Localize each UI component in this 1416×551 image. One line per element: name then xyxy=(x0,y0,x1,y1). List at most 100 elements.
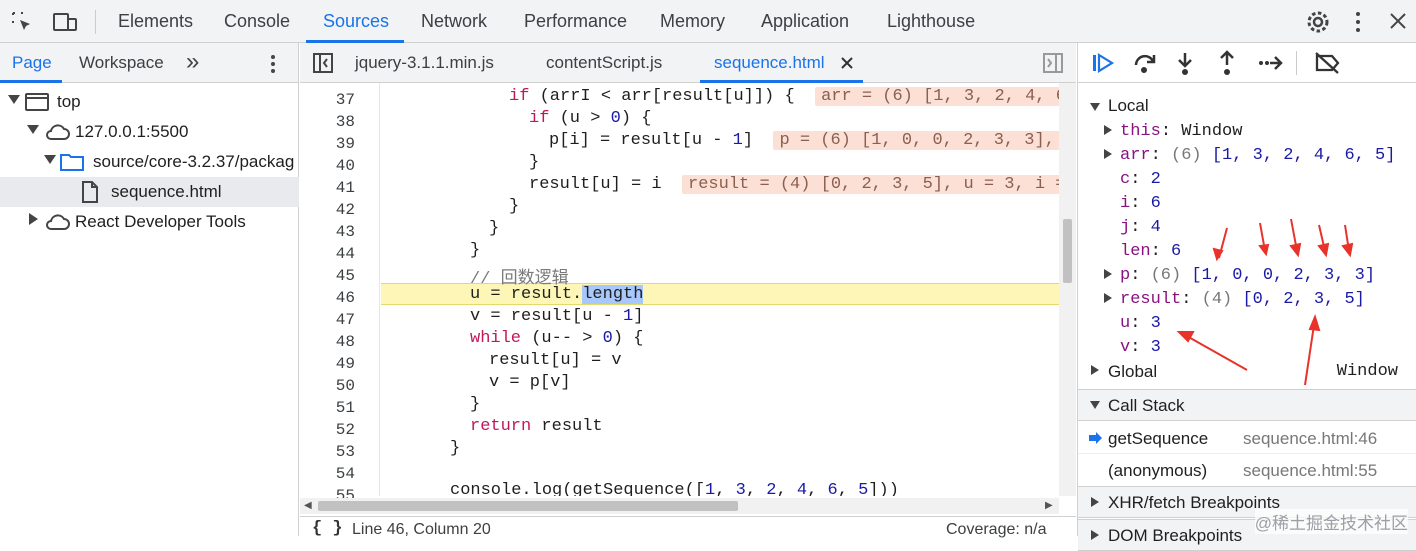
toggle-debugger-icon[interactable] xyxy=(1042,52,1064,74)
tab-console[interactable]: Console xyxy=(224,11,290,32)
scope-global-header[interactable]: Global Window xyxy=(1078,360,1416,384)
step-over-icon[interactable] xyxy=(1132,51,1158,75)
tree-item-label: sequence.html xyxy=(111,182,222,201)
step-into-icon[interactable] xyxy=(1174,51,1196,77)
vertical-scrollbar[interactable] xyxy=(1059,83,1076,496)
expanded-arrow-icon xyxy=(1090,103,1100,111)
line-number[interactable]: 48 xyxy=(300,331,355,353)
line-number[interactable]: 51 xyxy=(300,397,355,419)
scope-var-j[interactable]: j: 4 xyxy=(1078,216,1416,240)
scope-var-arr[interactable]: arr: (6) [1, 3, 2, 4, 6, 5] xyxy=(1078,144,1416,168)
more-tabs-icon[interactable]: » xyxy=(186,48,199,76)
scope-var-result[interactable]: result: (4) [0, 2, 3, 5] xyxy=(1078,288,1416,312)
collapsed-arrow-icon xyxy=(29,213,38,225)
call-frame[interactable]: (anonymous) sequence.html:55 xyxy=(1078,454,1416,486)
tab-performance[interactable]: Performance xyxy=(524,11,627,32)
more-vertical-icon[interactable] xyxy=(266,53,280,75)
file-tab-contentscript[interactable]: contentScript.js xyxy=(546,53,662,73)
scope-value: 4 xyxy=(1150,218,1161,237)
tab-network[interactable]: Network xyxy=(421,11,487,32)
collapsed-arrow-icon xyxy=(1091,497,1099,507)
tree-item-react-devtools[interactable]: React Developer Tools xyxy=(0,207,299,237)
tab-page[interactable]: Page xyxy=(12,53,52,73)
scope-value: 3 xyxy=(1150,314,1161,333)
tree-item-label: source/core-3.2.37/packag xyxy=(93,152,295,171)
line-number[interactable]: 42 xyxy=(300,199,355,221)
tree-item-label: top xyxy=(57,92,81,111)
code-area[interactable]: } if (arrI < arr[result[u]]) { arr = (6)… xyxy=(381,83,1059,496)
scope-var-p[interactable]: p: (6) [1, 0, 0, 2, 3, 3] xyxy=(1078,264,1416,288)
step-icon[interactable] xyxy=(1256,51,1284,75)
code-line-46: u = result.length xyxy=(470,285,644,304)
code-line-45-comment: // 回数逻辑 xyxy=(470,270,569,289)
file-tab-jquery[interactable]: jquery-3.1.1.min.js xyxy=(355,53,494,73)
tree-item-folder[interactable]: source/core-3.2.37/packag xyxy=(0,147,299,177)
call-frame[interactable]: getSequence sequence.html:46 xyxy=(1078,422,1416,454)
file-tab-sequence[interactable]: sequence.html xyxy=(714,53,825,73)
scope-local-header[interactable]: Local xyxy=(1078,96,1416,120)
call-frame-location[interactable]: sequence.html:55 xyxy=(1243,461,1377,481)
resume-icon[interactable] xyxy=(1091,51,1115,75)
more-vertical-icon[interactable] xyxy=(1350,10,1366,34)
scope-var-this[interactable]: this: Window xyxy=(1078,120,1416,144)
scope-key: i xyxy=(1120,194,1131,213)
close-tab-icon[interactable] xyxy=(840,56,854,70)
close-icon[interactable] xyxy=(1388,11,1408,31)
line-number[interactable]: 50 xyxy=(300,375,355,397)
tree-item-label: 127.0.0.1:5500 xyxy=(75,122,189,141)
scrollbar-thumb[interactable] xyxy=(1063,219,1072,283)
tab-application[interactable]: Application xyxy=(761,11,849,32)
line-number[interactable]: 52 xyxy=(300,419,355,441)
gear-icon[interactable] xyxy=(1305,9,1331,35)
scroll-right-icon[interactable]: ▶ xyxy=(1045,500,1053,511)
scrollbar-thumb[interactable] xyxy=(318,501,738,511)
debugger-pane: Local this: Window arr: (6) [1, 3, 2, 4,… xyxy=(1077,43,1416,551)
scope-key: u xyxy=(1120,314,1131,333)
code-line-40: } xyxy=(529,153,540,172)
code-line-37: if (arrI < arr[result[u]]) { arr = (6) [… xyxy=(509,87,1059,109)
line-number[interactable]: 38 xyxy=(300,111,355,133)
line-number[interactable]: 43 xyxy=(300,221,355,243)
toggle-navigator-icon[interactable] xyxy=(312,52,334,74)
tree-item-file-selected[interactable]: sequence.html xyxy=(0,177,299,207)
line-number[interactable]: 45 xyxy=(300,265,355,287)
scope-var-u[interactable]: u: 3 xyxy=(1078,312,1416,336)
line-number[interactable]: 37 xyxy=(300,89,355,111)
inline-value: arr = (6) [1, 3, 2, 4, 6, xyxy=(815,87,1059,106)
line-number[interactable]: 49 xyxy=(300,353,355,375)
tab-workspace[interactable]: Workspace xyxy=(79,53,164,73)
line-number[interactable]: 44 xyxy=(300,243,355,265)
scope-var-v[interactable]: v: 3 xyxy=(1078,336,1416,360)
scope-var-i[interactable]: i: 6 xyxy=(1078,192,1416,216)
line-number[interactable]: 41 xyxy=(300,177,355,199)
tab-lighthouse[interactable]: Lighthouse xyxy=(887,11,975,32)
line-number[interactable]: 53 xyxy=(300,441,355,463)
pretty-print-icon[interactable]: { } xyxy=(312,519,343,538)
scope-var-len[interactable]: len: 6 xyxy=(1078,240,1416,264)
tree-item-host[interactable]: 127.0.0.1:5500 xyxy=(0,117,299,147)
scope-global-value: Window xyxy=(1336,362,1398,381)
tab-elements[interactable]: Elements xyxy=(118,11,193,32)
call-stack-header[interactable]: Call Stack xyxy=(1078,389,1416,421)
collapsed-arrow-icon xyxy=(1104,149,1112,159)
tab-sources[interactable]: Sources xyxy=(323,11,389,32)
line-number[interactable]: 54 xyxy=(300,463,355,485)
horizontal-scrollbar[interactable]: ◀ ▶ xyxy=(300,498,1059,514)
step-out-icon[interactable] xyxy=(1216,49,1238,77)
scope-key: v xyxy=(1120,338,1131,357)
scope-value: 3 xyxy=(1150,338,1161,357)
call-frame-location[interactable]: sequence.html:46 xyxy=(1243,429,1377,449)
inspect-element-icon[interactable] xyxy=(10,10,34,34)
line-number[interactable]: 39 xyxy=(300,133,355,155)
line-number[interactable]: 46 xyxy=(300,287,355,309)
tab-memory[interactable]: Memory xyxy=(660,11,725,32)
line-number[interactable]: 40 xyxy=(300,155,355,177)
scroll-left-icon[interactable]: ◀ xyxy=(304,500,312,511)
scope-global-label: Global xyxy=(1108,362,1158,381)
cursor-position: Line 46, Column 20 xyxy=(352,521,491,538)
device-toolbar-icon[interactable] xyxy=(52,10,78,34)
line-number[interactable]: 47 xyxy=(300,309,355,331)
scope-var-c[interactable]: c: 2 xyxy=(1078,168,1416,192)
deactivate-breakpoints-icon[interactable] xyxy=(1313,51,1341,75)
tree-item-top[interactable]: top xyxy=(0,87,299,117)
